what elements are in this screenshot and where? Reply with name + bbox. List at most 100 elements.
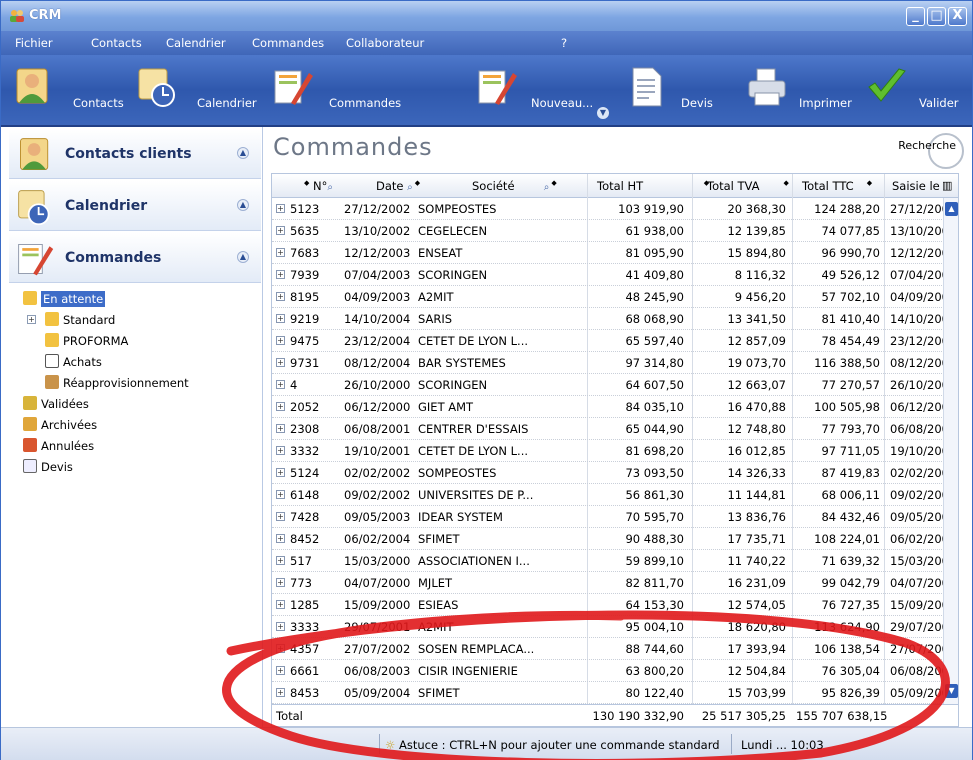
tree-item-reapprovisionnement[interactable]: Réapprovisionnement (23, 373, 261, 394)
menu-contacts[interactable]: Contacts (91, 36, 142, 50)
column-header-total-ttc[interactable]: Total TTC ◆ (802, 179, 872, 193)
table-row[interactable]: +3332 19/10/2001 CETET DE LYON L... 81 698,… (272, 440, 958, 462)
tree-item-annulees[interactable]: Annulées (23, 436, 261, 457)
table-row[interactable]: +7939 07/04/2003 SCORINGEN 41 409,80 8 116,3… (272, 264, 958, 286)
filter-magnifier-icon[interactable]: ⌕ (327, 182, 333, 193)
toolbar-contacts-button[interactable]: Contacts (11, 63, 131, 115)
table-row[interactable]: +6661 06/08/2003 CISIR INGENIERIE 63 800,20… (272, 660, 958, 682)
minimize-button[interactable]: _ (906, 7, 925, 26)
expand-plus-icon[interactable]: + (276, 402, 285, 411)
expand-plus-icon[interactable]: + (276, 226, 285, 235)
expand-plus-icon[interactable]: + (276, 578, 285, 587)
collapse-chevron-icon[interactable]: ▲ (237, 199, 249, 211)
table-row[interactable]: +517 15/03/2000 ASSOCIATIONEN I... 59 899,1… (272, 550, 958, 572)
table-row[interactable]: +5124 02/02/2002 SOMPEOSTES 73 093,50 14 326… (272, 462, 958, 484)
filter-magnifier-icon[interactable]: ⌕ (544, 182, 550, 193)
table-row[interactable]: +7428 09/05/2003 IDEAR SYSTEM 70 595,70 13 8… (272, 506, 958, 528)
cell-societe: UNIVERSITES DE P... (418, 488, 534, 502)
expand-plus-icon[interactable]: + (276, 314, 285, 323)
section-calendrier[interactable]: Calendrier ▲ (9, 181, 261, 231)
expand-plus-icon[interactable]: + (276, 622, 285, 631)
section-commandes[interactable]: Commandes ▲ (9, 233, 261, 283)
table-row[interactable]: +8452 06/02/2004 SFIMET 90 488,30 17 735,71 1… (272, 528, 958, 550)
tree-item-archivees[interactable]: Archivées (23, 415, 261, 436)
expand-plus-icon[interactable]: + (276, 468, 285, 477)
column-header-numero[interactable]: ◆ N°⌕ (302, 179, 333, 193)
expand-plus-icon[interactable]: + (276, 336, 285, 345)
expand-plus-icon[interactable]: + (276, 666, 285, 675)
menu-help[interactable]: ? (561, 36, 567, 50)
collapse-chevron-icon[interactable]: ▲ (237, 251, 249, 263)
expand-plus-icon[interactable]: + (276, 600, 285, 609)
expand-plus-icon[interactable]: + (276, 644, 285, 653)
menu-fichier[interactable]: Fichier (15, 36, 53, 50)
folder-yellow-icon (23, 291, 37, 305)
menu-commandes[interactable]: Commandes (252, 36, 324, 50)
toolbar-imprimer-button[interactable]: Imprimer (745, 63, 865, 115)
expand-plus-icon[interactable]: + (276, 380, 285, 389)
tree-item-en-attente[interactable]: En attente (23, 289, 261, 310)
table-row[interactable]: +8195 04/09/2003 A2MIT 48 245,90 9 456,20 57 … (272, 286, 958, 308)
expand-plus-icon[interactable]: + (276, 292, 285, 301)
toolbar-nouveau-button[interactable]: Nouveau... ▼ (475, 63, 615, 119)
toolbar-calendrier-button[interactable]: Calendrier (135, 63, 265, 115)
table-row[interactable]: +9475 23/12/2004 CETET DE LYON L... 65 597,… (272, 330, 958, 352)
expand-plus-icon[interactable]: + (276, 424, 285, 433)
menu-collaborateur[interactable]: Collaborateur (346, 36, 424, 50)
tree-item-validees[interactable]: Validées (23, 394, 261, 415)
expand-plus-icon[interactable]: + (276, 248, 285, 257)
expand-plus-icon[interactable]: + (276, 490, 285, 499)
tree-item-achats[interactable]: Achats (23, 352, 261, 373)
column-header-date[interactable]: Date ⌕ ◆ (376, 179, 420, 193)
table-row[interactable]: +7683 12/12/2003 ENSEAT 81 095,90 15 894,80 9… (272, 242, 958, 264)
column-header-societe[interactable]: Société ⌕ ◆ (472, 179, 557, 193)
table-row[interactable]: +9219 14/10/2004 SARIS 68 068,90 13 341,50 81… (272, 308, 958, 330)
column-header-saisie-le[interactable]: Saisie le (892, 179, 940, 193)
maximize-button[interactable]: □ (927, 7, 946, 26)
expand-plus-icon[interactable]: + (27, 315, 36, 324)
tree-item-proforma[interactable]: PROFORMA (23, 331, 261, 352)
collapse-chevron-icon[interactable]: ▲ (237, 147, 249, 159)
expand-plus-icon[interactable]: + (276, 446, 285, 455)
tree-item-standard[interactable]: + Standard (23, 310, 261, 331)
column-header-total-tva[interactable]: Total TVA ◆ (707, 179, 789, 193)
table-row[interactable]: +9731 08/12/2004 BAR SYSTEMES 97 314,80 19 0… (272, 352, 958, 374)
expand-plus-icon[interactable]: + (276, 358, 285, 367)
table-row[interactable]: +8453 05/09/2004 SFIMET 80 122,40 15 703,99 9… (272, 682, 958, 704)
close-button[interactable]: X (948, 7, 967, 26)
table-row[interactable]: +6148 09/02/2002 UNIVERSITES DE P... 56 861… (272, 484, 958, 506)
expand-plus-icon[interactable]: + (276, 204, 285, 213)
expand-plus-icon[interactable]: + (276, 534, 285, 543)
scroll-down-arrow-icon[interactable]: ▼ (945, 684, 958, 698)
filter-magnifier-icon[interactable]: ⌕ (407, 182, 413, 193)
table-row[interactable]: +1285 15/09/2000 ESIEAS 64 153,30 12 574,05 7… (272, 594, 958, 616)
menu-calendrier[interactable]: Calendrier (166, 36, 226, 50)
column-chooser-icon[interactable]: ▥ (942, 179, 952, 192)
expand-plus-icon[interactable]: + (276, 270, 285, 279)
title-bar[interactable]: CRM _ □ X (1, 1, 972, 31)
table-row[interactable]: +4 26/10/2000 SCORINGEN 64 607,50 12 663,07 7… (272, 374, 958, 396)
chevron-down-icon[interactable]: ▼ (597, 107, 609, 119)
expand-plus-icon[interactable]: + (276, 688, 285, 697)
toolbar-valider-button[interactable]: Valider (865, 63, 970, 115)
cell-total-tva: 15 894,80 (727, 246, 786, 260)
table-row[interactable]: +2308 06/08/2001 CENTRER D'ESSAIS 65 044,90… (272, 418, 958, 440)
cell-total-ht: 48 245,90 (625, 290, 684, 304)
table-row[interactable]: +773 04/07/2000 MJLET 82 811,70 16 231,09 99 … (272, 572, 958, 594)
expand-plus-icon[interactable]: + (276, 556, 285, 565)
section-contacts-clients[interactable]: Contacts clients ▲ (9, 129, 261, 179)
vertical-scrollbar[interactable]: ▲ ▼ (943, 198, 958, 704)
toolbar-commandes-button[interactable]: Commandes (271, 63, 401, 115)
table-row[interactable]: +5635 13/10/2002 CEGELECEN 61 938,00 12 139,… (272, 220, 958, 242)
calendar-clock-icon (138, 68, 175, 107)
search-button[interactable]: Recherche (898, 139, 956, 152)
cell-date: 23/12/2004 (344, 334, 411, 348)
scroll-up-arrow-icon[interactable]: ▲ (945, 202, 958, 216)
table-row[interactable]: +3333 29/07/2001 A2MIT 95 004,10 18 620,80 11… (272, 616, 958, 638)
tree-item-devis[interactable]: Devis (23, 457, 261, 478)
toolbar-devis-button[interactable]: Devis (625, 63, 725, 115)
table-row[interactable]: +5123 27/12/2002 SOMPEOSTES 103 919,90 20 36… (272, 198, 958, 220)
expand-plus-icon[interactable]: + (276, 512, 285, 521)
table-row[interactable]: +4357 27/07/2002 SOSEN REMPLACA... 88 744,6… (272, 638, 958, 660)
table-row[interactable]: +2052 06/12/2000 GIET AMT 84 035,10 16 470,8… (272, 396, 958, 418)
